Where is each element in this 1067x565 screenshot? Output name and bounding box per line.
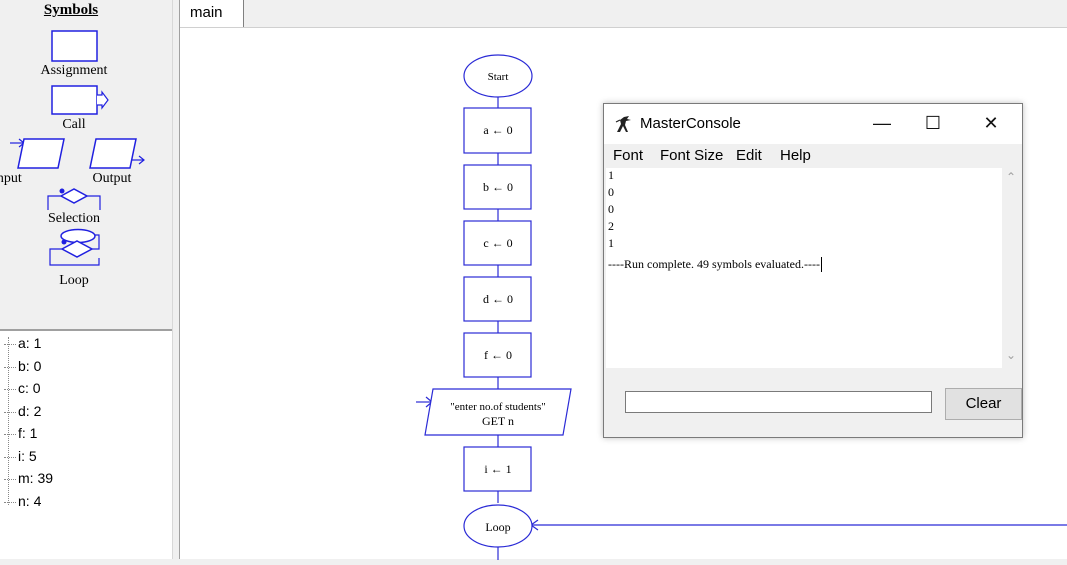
output-line: 1 xyxy=(608,236,614,250)
symbols-shapes xyxy=(10,30,145,266)
console-title: MasterConsole xyxy=(640,115,741,132)
close-button[interactable]: ✕ xyxy=(968,104,1014,144)
variable-n[interactable]: n: 4 xyxy=(4,493,41,515)
start-node[interactable]: Start xyxy=(463,54,533,98)
assign-b-text: b ← 0 xyxy=(483,180,513,194)
output-line: 2 xyxy=(608,219,614,233)
menu-font-size[interactable]: Font Size xyxy=(660,147,723,164)
assign-c[interactable]: c ← 0 xyxy=(463,220,532,266)
symbols-panel: Symbols Assignment Call nput Output Sele… xyxy=(0,0,173,328)
assign-d[interactable]: d ← 0 xyxy=(463,276,532,322)
assign-f-text: f ← 0 xyxy=(484,348,512,362)
variable-i[interactable]: i: 5 xyxy=(4,448,37,470)
assignment-symbol[interactable] xyxy=(51,30,98,62)
master-console-window: MasterConsole — ☐ ✕ Font Font Size Edit … xyxy=(603,103,1023,438)
loop-node[interactable]: Loop xyxy=(463,504,533,548)
output-line: 0 xyxy=(608,202,614,216)
assign-a-text: a ← 0 xyxy=(483,123,512,137)
output-symbol[interactable] xyxy=(89,138,145,169)
input-label: Input xyxy=(0,171,22,186)
menu-edit[interactable]: Edit xyxy=(736,147,762,164)
loop-symbol[interactable] xyxy=(49,228,100,266)
variable-a[interactable]: a: 1 xyxy=(4,335,41,357)
variable-m[interactable]: m: 39 xyxy=(4,470,53,492)
variable-b[interactable]: b: 0 xyxy=(4,358,41,380)
maximize-button[interactable]: ☐ xyxy=(910,104,956,144)
variable-d[interactable]: d: 2 xyxy=(4,403,41,425)
input-node[interactable]: "enter no.of students" GET n xyxy=(424,388,572,436)
console-input[interactable] xyxy=(625,391,932,413)
output-label: Output xyxy=(92,171,132,186)
clear-button[interactable]: Clear xyxy=(945,388,1022,420)
loop-label: Loop xyxy=(59,273,89,288)
scroll-up-arrow[interactable]: ⌃ xyxy=(1002,170,1020,184)
output-scrollbar[interactable]: ⌃ ⌄ xyxy=(1002,168,1020,368)
console-output[interactable]: 1 0 0 2 1 ----Run complete. 49 symbols e… xyxy=(606,168,1002,368)
variables-panel: a: 1 b: 0 c: 0 d: 2 f: 1 i: 5 m: 39 n: 4 xyxy=(0,329,172,559)
selection-symbol[interactable] xyxy=(47,188,101,211)
console-titlebar[interactable]: MasterConsole — ☐ ✕ xyxy=(604,104,1022,144)
raptor-icon xyxy=(615,116,631,132)
start-text: Start xyxy=(488,71,509,83)
variable-c[interactable]: c: 0 xyxy=(4,380,41,402)
output-line: 1 xyxy=(608,168,614,182)
scroll-down-arrow[interactable]: ⌄ xyxy=(1002,348,1020,362)
input-symbol[interactable] xyxy=(10,138,65,169)
vertical-splitter[interactable] xyxy=(172,0,180,559)
tab-bar: main xyxy=(180,0,1067,27)
tab-main[interactable]: main xyxy=(180,0,244,27)
console-menu-bar: Font Font Size Edit Help xyxy=(604,144,1022,168)
variable-f[interactable]: f: 1 xyxy=(4,425,37,447)
assign-i-text: i ← 1 xyxy=(484,462,511,476)
menu-font[interactable]: Font xyxy=(613,147,643,164)
output-line: 0 xyxy=(608,185,614,199)
assign-d-text: d ← 0 xyxy=(483,292,513,306)
call-label: Call xyxy=(62,117,86,132)
output-line: ----Run complete. 49 symbols evaluated.-… xyxy=(608,257,822,272)
input-get-text: GET n xyxy=(482,414,514,428)
assign-f[interactable]: f ← 0 xyxy=(463,332,532,378)
assign-b[interactable]: b ← 0 xyxy=(463,164,532,210)
minimize-button[interactable]: — xyxy=(859,104,905,144)
menu-help[interactable]: Help xyxy=(780,147,811,164)
assign-c-text: c ← 0 xyxy=(483,236,512,250)
loop-text: Loop xyxy=(485,520,510,534)
assign-a[interactable]: a ← 0 xyxy=(463,107,532,154)
input-prompt-text: "enter no.of students" xyxy=(450,401,545,413)
call-symbol[interactable] xyxy=(51,85,109,115)
selection-label: Selection xyxy=(47,211,101,226)
assignment-label: Assignment xyxy=(40,63,108,78)
assign-i[interactable]: i ← 1 xyxy=(463,446,532,492)
